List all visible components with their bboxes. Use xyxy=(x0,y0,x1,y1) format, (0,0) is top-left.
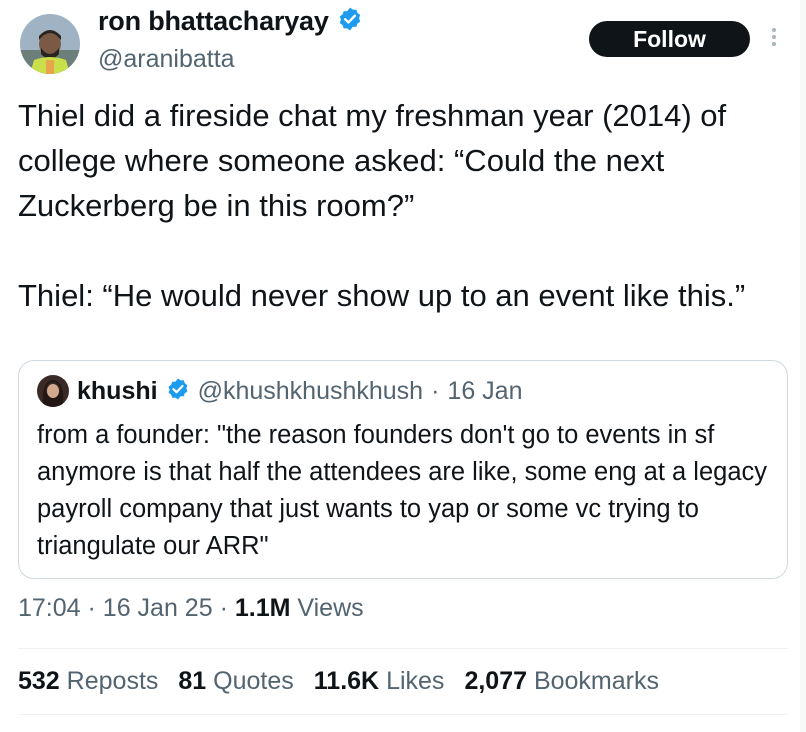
stat-count: 2,077 xyxy=(464,667,527,695)
stat-reposts[interactable]: 532 Reposts xyxy=(18,667,158,696)
verified-badge-icon xyxy=(166,377,190,406)
tweet-date[interactable]: 16 Jan 25 xyxy=(103,594,213,622)
scrollbar[interactable] xyxy=(800,0,806,732)
tweet-time[interactable]: 17:04 xyxy=(18,594,81,622)
tweet-paragraph: Thiel: “He would never show up to an eve… xyxy=(18,278,746,313)
stat-label: Likes xyxy=(386,667,445,695)
views-label: Views xyxy=(297,594,364,622)
views-count: 1.1M xyxy=(234,594,291,622)
stat-count: 81 xyxy=(178,667,207,695)
quoted-author-handle: @khushkhushkhush xyxy=(197,376,424,405)
divider xyxy=(18,648,788,649)
separator-dot: · xyxy=(431,376,440,405)
separator-dot: · xyxy=(219,594,228,622)
more-options-icon[interactable] xyxy=(768,25,780,53)
quoted-tweet-header: khushi @khushkhushkhush · 16 Jan xyxy=(37,375,522,407)
stat-count: 11.6K xyxy=(313,667,380,695)
divider xyxy=(18,714,788,715)
author-avatar[interactable] xyxy=(20,14,80,74)
verified-badge-icon xyxy=(337,6,363,37)
stat-likes[interactable]: 11.6K Likes xyxy=(314,667,445,696)
tweet-text: Thiel did a fireside chat my freshman ye… xyxy=(18,93,793,318)
tweet-meta: 17:04 · 16 Jan 25 · 1.1M Views xyxy=(18,594,364,623)
separator-dot: · xyxy=(87,594,96,622)
quoted-tweet[interactable]: khushi @khushkhushkhush · 16 Jan from a … xyxy=(18,360,788,579)
quoted-author-name: khushi xyxy=(77,376,158,405)
quoted-tweet-text: from a founder: "the reason founders don… xyxy=(37,421,768,560)
follow-button[interactable]: Follow xyxy=(589,21,750,57)
stat-count: 532 xyxy=(18,667,60,695)
engagement-stats: 532 Reposts 81 Quotes 11.6K Likes 2,077 … xyxy=(18,667,659,696)
author-handle[interactable]: @aranibatta xyxy=(98,45,235,74)
stat-bookmarks[interactable]: 2,077 Bookmarks xyxy=(464,667,659,696)
stat-label: Quotes xyxy=(213,667,294,695)
stat-label: Reposts xyxy=(66,667,159,695)
author-name[interactable]: ron bhattacharyay xyxy=(98,6,329,37)
quoted-author-avatar xyxy=(37,375,69,407)
author-name-row: ron bhattacharyay xyxy=(98,6,363,37)
stat-label: Bookmarks xyxy=(533,667,659,695)
stat-quotes[interactable]: 81 Quotes xyxy=(178,667,293,696)
tweet-paragraph: Thiel did a fireside chat my freshman ye… xyxy=(18,98,727,223)
quoted-date: 16 Jan xyxy=(447,376,523,405)
